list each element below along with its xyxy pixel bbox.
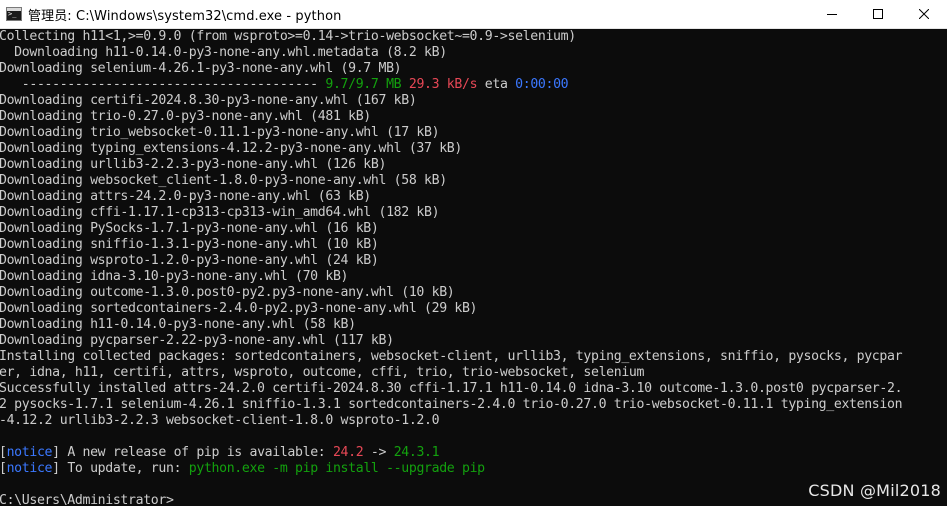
minimize-button[interactable] [809, 0, 855, 28]
close-button[interactable] [901, 0, 947, 28]
output-line: Downloading urllib3-2.2.3-py3-none-any.w… [0, 157, 387, 172]
window-controls [809, 0, 947, 28]
progress-eta-label: eta [484, 77, 508, 92]
maximize-icon [873, 9, 883, 19]
cmd-window: 管理员: C:\Windows\system32\cmd.exe - pytho… [0, 0, 947, 506]
pip-old-version: 24.2 [332, 445, 364, 460]
output-line: Downloading pycparser-2.22-py3-none-any.… [0, 333, 394, 348]
notice-open: [ [0, 461, 7, 476]
notice-close: ] [52, 445, 60, 460]
cmd-app-icon[interactable] [6, 7, 22, 21]
progress-speed: 29.3 kB/s [408, 77, 478, 92]
output-line: Downloading outcome-1.3.0.post0-py2.py3-… [0, 285, 455, 300]
output-line: Downloading selenium-4.26.1-py3-none-any… [0, 61, 402, 76]
pip-update-line: [notice] To update, run: python.exe -m p… [0, 461, 947, 477]
output-line: -4.12.2 urllib3-2.2.3 websocket-client-1… [0, 413, 440, 428]
close-icon [919, 9, 929, 19]
title-bar[interactable]: 管理员: C:\Windows\system32\cmd.exe - pytho… [0, 0, 947, 29]
notice-tag: notice [6, 461, 53, 476]
output-line: Downloading typing_extensions-4.12.2-py3… [0, 141, 462, 156]
pip-new-version: 24.3.1 [393, 445, 440, 460]
window-title: 管理员: C:\Windows\system32\cmd.exe - pytho… [28, 8, 342, 24]
output-line: Downloading wsproto-1.2.0-py3-none-any.w… [0, 253, 379, 268]
output-line: Downloading h11-0.14.0-py3-none-any.whl.… [0, 45, 447, 60]
pip-notice-line: [notice] A new release of pip is availab… [0, 445, 947, 461]
output-line: Downloading attrs-24.2.0-py3-none-any.wh… [0, 189, 371, 204]
output-line: Collecting h11<1,>=0.9.0 (from wsproto>=… [0, 29, 576, 44]
output-line: 2 pysocks-1.7.1 selenium-4.26.1 sniffio-… [0, 397, 903, 412]
progress-done: 9.7/9.7 MB [325, 77, 402, 92]
output-line: er, idna, h11, certifi, attrs, wsproto, … [0, 365, 645, 380]
output-line: Installing collected packages: sortedcon… [0, 349, 903, 364]
output-line: Downloading trio-0.27.0-py3-none-any.whl… [0, 109, 371, 124]
output-line: Successfully installed attrs-24.2.0 cert… [0, 381, 903, 396]
progress-line: --------------------------------------- … [0, 77, 947, 93]
output-line: Downloading h11-0.14.0-py3-none-any.whl … [0, 317, 356, 332]
output-line: Downloading sniffio-1.3.1-py3-none-any.w… [0, 237, 379, 252]
terminal-output[interactable]: Collecting h11<1,>=0.9.0 (from wsproto>=… [0, 29, 947, 506]
pip-upgrade-command: python.exe -m pip install --upgrade pip [188, 461, 485, 476]
output-line: Downloading websocket_client-1.8.0-py3-n… [0, 173, 447, 188]
notice-text: A new release of pip is available: [59, 445, 333, 460]
notice-close: ] [52, 461, 60, 476]
csdn-watermark: CSDN @Mil2018 [808, 481, 941, 500]
output-line: Downloading trio_websocket-0.11.1-py3-no… [0, 125, 440, 140]
maximize-button[interactable] [855, 0, 901, 28]
notice-tag: notice [6, 445, 53, 460]
output-line: Downloading certifi-2024.8.30-py3-none-a… [0, 93, 417, 108]
minimize-icon [827, 14, 837, 15]
output-line: Downloading sortedcontainers-2.4.0-py2.p… [0, 301, 478, 316]
notice-text: To update, run: [59, 461, 189, 476]
output-line: Downloading idna-3.10-py3-none-any.whl (… [0, 269, 349, 284]
notice-open: [ [0, 445, 7, 460]
progress-bar: --------------------------------------- [0, 77, 318, 92]
output-line: Downloading cffi-1.17.1-cp313-cp313-win_… [0, 205, 440, 220]
notice-arrow: -> [363, 445, 394, 460]
progress-eta: 0:00:00 [515, 77, 569, 92]
command-prompt[interactable]: C:\Users\Administrator> [0, 493, 947, 506]
output-line: Downloading PySocks-1.7.1-py3-none-any.w… [0, 221, 379, 236]
